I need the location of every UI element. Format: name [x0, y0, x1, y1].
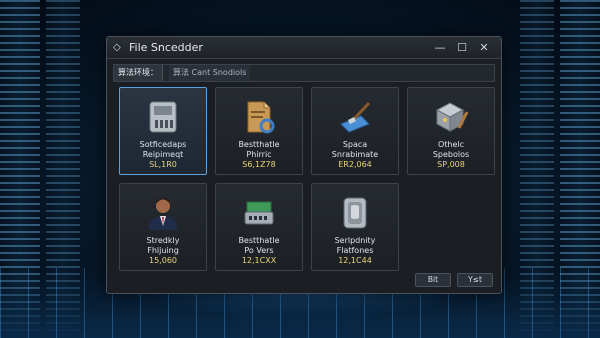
- tab-bar: 算法环境： 算法 Cant Snodiols: [113, 64, 495, 82]
- card-line2: Po Vers: [244, 246, 274, 255]
- card-bestthatle-power[interactable]: Bestthatle Po Vers 12,1CXX: [215, 183, 303, 271]
- card-line1: Bestthatle: [238, 236, 280, 245]
- card-value: SP,008: [437, 160, 465, 169]
- card-line1: Sotficedaps: [139, 140, 187, 149]
- file-window: ◇ File Sncedder — ☐ ✕ 算法环境： 算法 Cant Snod…: [106, 36, 502, 294]
- card-line2: Reipimeqt: [142, 150, 184, 159]
- card-othelc[interactable]: Othelc Spebolos SP,008: [407, 87, 495, 175]
- card-line1: Othelc: [437, 140, 465, 149]
- hard-drive-icon: [149, 101, 177, 133]
- bit-button[interactable]: Bit: [415, 273, 451, 287]
- card-line2: Phirric: [246, 150, 272, 159]
- disk-icon: [343, 197, 367, 229]
- diamond-icon: ◇: [113, 41, 121, 53]
- card-value: 12,1CXX: [241, 256, 277, 265]
- titlebar[interactable]: ◇ File Sncedder — ☐ ✕: [107, 37, 501, 59]
- card-sotficedaps[interactable]: Sotficedaps Reipimeqt SL,1R0: [119, 87, 207, 175]
- card-grid: Sotficedaps Reipimeqt SL,1R0 Bestthatle …: [119, 87, 495, 271]
- document-icon: [247, 101, 275, 134]
- card-stredkly[interactable]: Stredkly Fhljuing 15,060: [119, 183, 207, 271]
- card-bestthatle[interactable]: Bestthatle Phirric S6,1Z78: [215, 87, 303, 175]
- card-value: 12,1C44: [338, 256, 372, 265]
- footer-buttons: Bit Y≤t: [415, 273, 493, 287]
- card-value: ER2,064: [338, 160, 372, 169]
- card-value: SL,1R0: [149, 160, 177, 169]
- tab-environment[interactable]: 算法环境：: [114, 65, 163, 81]
- card-line1: Spaca: [342, 140, 368, 149]
- yst-button[interactable]: Y≤t: [457, 273, 493, 287]
- card-line2: Flatfones: [336, 246, 374, 255]
- card-line2: Fhljuing: [147, 246, 179, 255]
- person-icon: [149, 198, 177, 230]
- card-line2: Spebolos: [432, 150, 470, 159]
- tab-snodiols[interactable]: 算法 Cant Snodiols: [169, 65, 251, 81]
- card-line1: Stredkly: [146, 236, 180, 245]
- card-line1: Serlpdnity: [334, 236, 376, 245]
- window-title: File Sncedder: [129, 41, 203, 54]
- minimize-button[interactable]: —: [429, 39, 451, 57]
- card-line1: Bestthatle: [238, 140, 280, 149]
- circuit-icon: [244, 201, 274, 225]
- cube-icon: [435, 102, 469, 132]
- card-serlpdnity[interactable]: Serlpdnity Flatfones 12,1C44: [311, 183, 399, 271]
- card-value: 15,060: [149, 256, 177, 265]
- brush-icon: [340, 101, 371, 133]
- maximize-button[interactable]: ☐: [451, 39, 473, 57]
- close-button[interactable]: ✕: [473, 39, 495, 57]
- card-spaca[interactable]: Spaca Snrabimate ER2,064: [311, 87, 399, 175]
- card-value: S6,1Z78: [242, 160, 276, 169]
- card-line2: Snrabimate: [331, 150, 379, 159]
